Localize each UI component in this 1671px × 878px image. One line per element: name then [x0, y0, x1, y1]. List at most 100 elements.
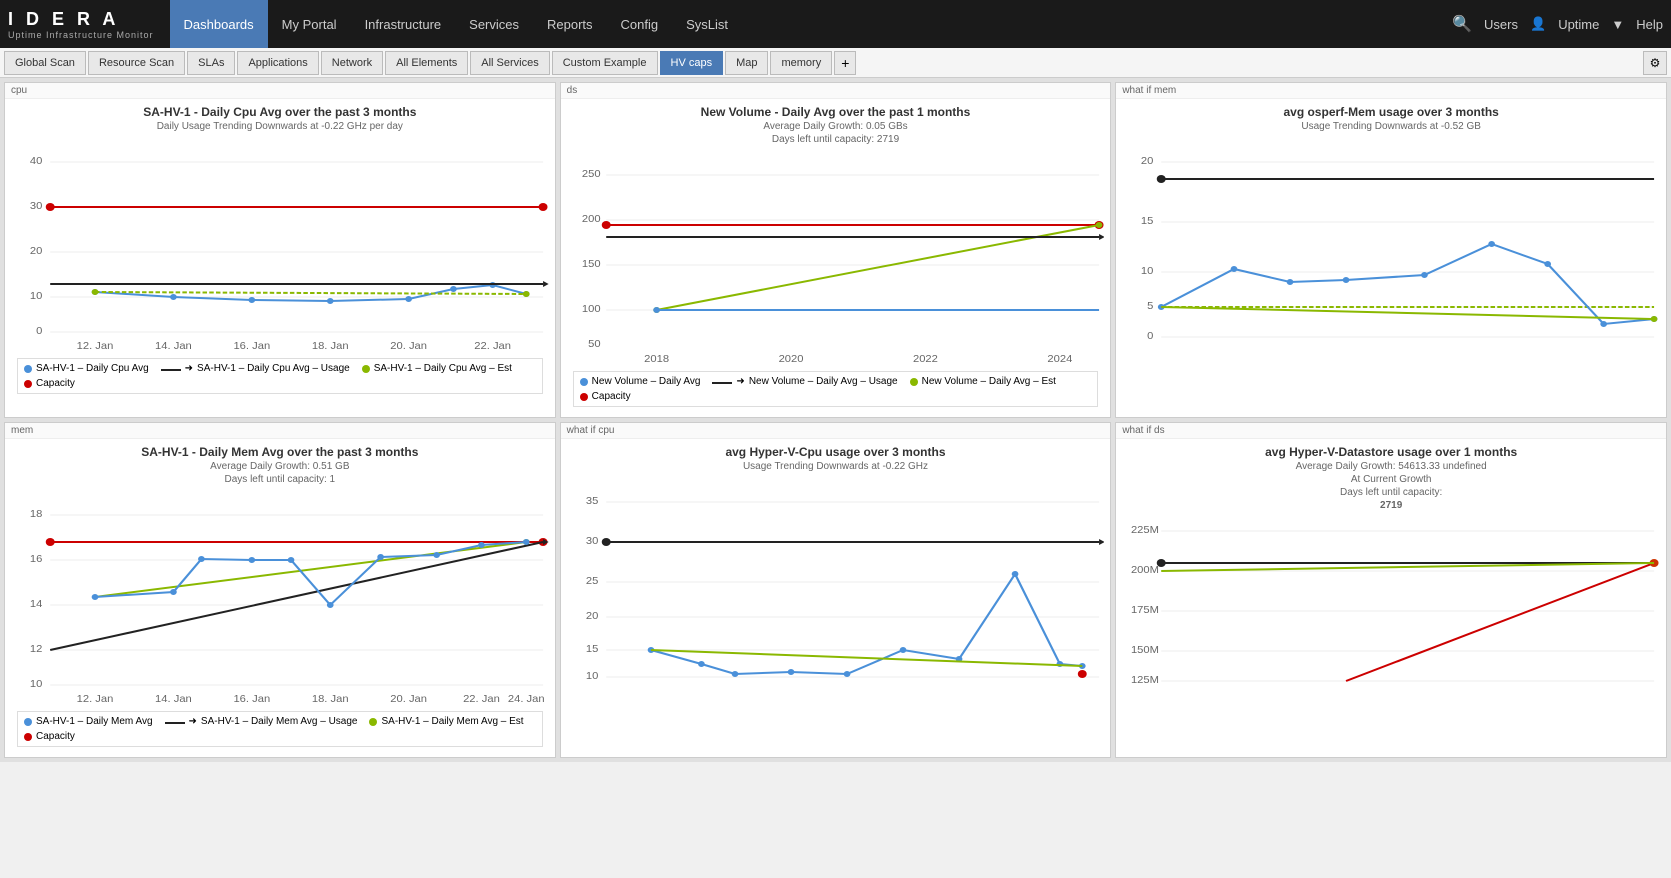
svg-text:22. Jan: 22. Jan [474, 341, 511, 352]
nav-users[interactable]: Users [1484, 17, 1518, 32]
svg-text:40: 40 [30, 156, 43, 167]
svg-text:200M: 200M [1131, 565, 1159, 576]
what-if-mem-chart-subtitle: Usage Trending Downwards at -0.52 GB [1122, 121, 1660, 132]
tab-global-scan[interactable]: Global Scan [4, 51, 86, 75]
tab-slas[interactable]: SLAs [187, 51, 235, 75]
nav-config[interactable]: Config [607, 0, 673, 48]
svg-text:2022: 2022 [913, 354, 938, 365]
svg-text:20. Jan: 20. Jan [390, 341, 427, 352]
ds-chart-subtitle2: Days left until capacity: 2719 [567, 134, 1105, 145]
cpu-legend: SA-HV-1 – Daily Cpu Avg ➜SA-HV-1 – Daily… [17, 358, 543, 394]
svg-text:175M: 175M [1131, 605, 1159, 616]
panel-cpu-label: cpu [5, 83, 555, 99]
tab-network[interactable]: Network [321, 51, 383, 75]
tab-all-services[interactable]: All Services [470, 51, 549, 75]
what-if-ds-chart-subtitle4: 2719 [1122, 500, 1660, 511]
tab-all-elements[interactable]: All Elements [385, 51, 468, 75]
what-if-ds-chart-subtitle3: Days left until capacity: [1122, 487, 1660, 498]
svg-text:12. Jan: 12. Jan [77, 341, 114, 352]
svg-text:2020: 2020 [778, 354, 803, 365]
svg-text:10: 10 [30, 679, 43, 690]
svg-text:24. Jan: 24. Jan [508, 694, 545, 705]
panel-what-if-cpu-content: avg Hyper-V-Cpu usage over 3 months Usag… [561, 439, 1111, 700]
tab-hv-caps[interactable]: HV caps [660, 51, 724, 75]
nav-help[interactable]: Help [1636, 17, 1663, 32]
mem-chart-title: SA-HV-1 - Daily Mem Avg over the past 3 … [11, 445, 549, 459]
svg-text:200: 200 [582, 214, 601, 225]
panel-what-if-ds: what if ds avg Hyper-V-Datastore usage o… [1115, 422, 1667, 758]
svg-text:12: 12 [30, 644, 43, 655]
what-if-ds-chart-subtitle2: At Current Growth [1122, 474, 1660, 485]
nav-dropdown-icon[interactable]: ▼ [1611, 17, 1624, 32]
svg-text:150M: 150M [1131, 645, 1159, 656]
svg-text:150: 150 [582, 259, 601, 270]
nav-uptime[interactable]: Uptime [1558, 17, 1599, 32]
nav-myportal[interactable]: My Portal [268, 0, 351, 48]
tab-custom-example[interactable]: Custom Example [552, 51, 658, 75]
svg-text:16: 16 [30, 554, 43, 565]
mem-chart: 18 16 14 12 10 12. Jan 14. Jan 16. Jan 1… [11, 487, 549, 707]
svg-text:14. Jan: 14. Jan [155, 694, 192, 705]
svg-text:10: 10 [586, 671, 599, 682]
panel-what-if-cpu: what if cpu avg Hyper-V-Cpu usage over 3… [560, 422, 1112, 758]
logo-text: I D E R A [8, 9, 154, 30]
svg-text:16. Jan: 16. Jan [233, 694, 270, 705]
tab-settings-button[interactable]: ⚙ [1643, 51, 1667, 75]
svg-text:20. Jan: 20. Jan [390, 694, 427, 705]
svg-text:50: 50 [588, 339, 601, 350]
svg-text:14: 14 [30, 599, 43, 610]
nav-services[interactable]: Services [455, 0, 533, 48]
svg-text:35: 35 [586, 496, 599, 507]
tab-applications[interactable]: Applications [237, 51, 318, 75]
panel-ds: ds New Volume - Daily Avg over the past … [560, 82, 1112, 418]
tab-resource-scan[interactable]: Resource Scan [88, 51, 185, 75]
what-if-mem-chart-title: avg osperf-Mem usage over 3 months [1122, 105, 1660, 119]
top-navigation: I D E R A Uptime Infrastructure Monitor … [0, 0, 1671, 48]
logo-subtitle: Uptime Infrastructure Monitor [8, 30, 154, 40]
panel-what-if-mem-label: what if mem [1116, 83, 1666, 99]
svg-text:0: 0 [36, 326, 42, 337]
svg-text:2024: 2024 [1047, 354, 1072, 365]
svg-text:30: 30 [586, 536, 599, 547]
nav-items: Dashboards My Portal Infrastructure Serv… [170, 0, 1453, 48]
what-if-cpu-chart: 35 30 25 20 15 10 [567, 474, 1105, 694]
svg-text:20: 20 [30, 246, 43, 257]
what-if-ds-chart-title: avg Hyper-V-Datastore usage over 1 month… [1122, 445, 1660, 459]
mem-chart-subtitle1: Average Daily Growth: 0.51 GB [11, 461, 549, 472]
nav-reports[interactable]: Reports [533, 0, 607, 48]
nav-infrastructure[interactable]: Infrastructure [351, 0, 456, 48]
svg-text:250: 250 [582, 169, 601, 180]
ds-chart: 250 200 150 100 50 2018 2020 2022 2024 [567, 147, 1105, 367]
nav-right: 🔍 Users 👤 Uptime ▼ Help [1452, 14, 1663, 34]
svg-text:10: 10 [1141, 266, 1154, 277]
nav-person-icon: 👤 [1530, 16, 1546, 32]
search-icon[interactable]: 🔍 [1452, 14, 1472, 34]
dashboard-grid: cpu SA-HV-1 - Daily Cpu Avg over the pas… [0, 78, 1671, 762]
mem-chart-subtitle2: Days left until capacity: 1 [11, 474, 549, 485]
cpu-chart-subtitle: Daily Usage Trending Downwards at -0.22 … [11, 121, 549, 132]
panel-mem-label: mem [5, 423, 555, 439]
svg-text:2018: 2018 [644, 354, 669, 365]
panel-what-if-ds-content: avg Hyper-V-Datastore usage over 1 month… [1116, 439, 1666, 699]
ds-legend: New Volume – Daily Avg ➜New Volume – Dai… [573, 371, 1099, 407]
svg-text:18: 18 [30, 509, 43, 520]
panel-ds-label: ds [561, 83, 1111, 99]
svg-text:225M: 225M [1131, 525, 1159, 536]
svg-text:30: 30 [30, 201, 43, 212]
what-if-cpu-chart-title: avg Hyper-V-Cpu usage over 3 months [567, 445, 1105, 459]
tab-add-button[interactable]: + [834, 51, 856, 75]
tab-map[interactable]: Map [725, 51, 768, 75]
svg-text:20: 20 [586, 611, 599, 622]
panel-mem-content: SA-HV-1 - Daily Mem Avg over the past 3 … [5, 439, 555, 757]
svg-text:22. Jan: 22. Jan [463, 694, 500, 705]
cpu-chart-title: SA-HV-1 - Daily Cpu Avg over the past 3 … [11, 105, 549, 119]
svg-text:5: 5 [1147, 301, 1153, 312]
svg-text:25: 25 [586, 576, 599, 587]
panel-mem: mem SA-HV-1 - Daily Mem Avg over the pas… [4, 422, 556, 758]
panel-what-if-mem-content: avg osperf-Mem usage over 3 months Usage… [1116, 99, 1666, 360]
nav-dashboards[interactable]: Dashboards [170, 0, 268, 48]
what-if-ds-chart: 225M 200M 175M 150M 125M [1122, 513, 1660, 693]
svg-text:14. Jan: 14. Jan [155, 341, 192, 352]
tab-memory[interactable]: memory [770, 51, 832, 75]
nav-syslist[interactable]: SysList [672, 0, 742, 48]
